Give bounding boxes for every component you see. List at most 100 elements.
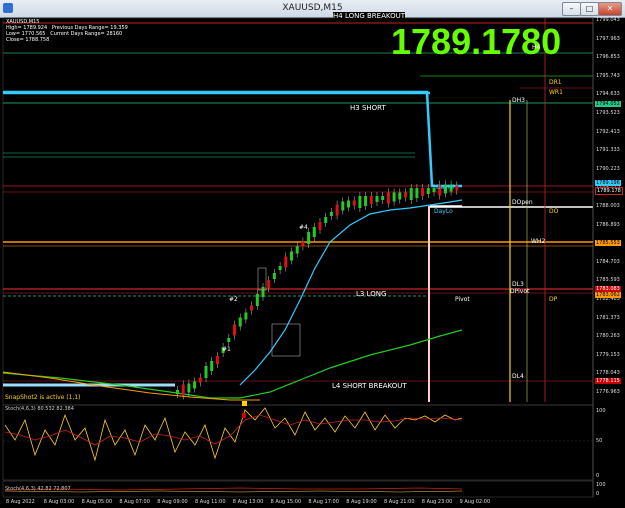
- candle: [375, 196, 379, 202]
- time-axis-label: 8 Aug 09:00: [157, 499, 188, 505]
- candle: [187, 383, 191, 393]
- stoch2-axis-100: 100: [596, 482, 606, 488]
- candle: [215, 356, 219, 364]
- stoch1-axis-100: 100: [596, 408, 606, 414]
- current-price: 1789.1780: [391, 21, 562, 62]
- candle: [409, 188, 413, 200]
- candle: [455, 185, 459, 191]
- candle: [421, 188, 425, 196]
- candle: [176, 390, 179, 394]
- pivot-label: Pivot: [455, 296, 470, 303]
- mark-1: #1: [222, 346, 231, 353]
- price-axis-label: 1778.043: [596, 370, 620, 377]
- tag-1783-062: 1783.062: [595, 292, 621, 298]
- stoch1-axis-0: 0: [596, 473, 600, 479]
- candle: [392, 192, 396, 202]
- price-chart[interactable]: [0, 17, 625, 508]
- candlesticks: [176, 180, 459, 400]
- candle: [381, 196, 385, 200]
- candle: [301, 241, 305, 247]
- candle: [398, 192, 402, 200]
- candle: [295, 246, 299, 254]
- time-axis-label: 8 Aug 11:00: [195, 499, 226, 505]
- time-axis-label: 8 Aug 15:00: [270, 499, 302, 505]
- candle: [358, 196, 362, 208]
- do-label: DO: [549, 208, 559, 215]
- candle: [193, 381, 197, 389]
- candle: [261, 287, 265, 297]
- tag-1789-178: 1789.178: [595, 187, 623, 195]
- candle: [318, 222, 322, 230]
- stoch2-axis-0: 0: [596, 491, 600, 497]
- dr1-label: DR1: [549, 79, 562, 86]
- dayhi-label: DayHi: [436, 184, 455, 191]
- close-button[interactable]: ✕: [598, 2, 622, 16]
- tag-1785: 1785.553: [595, 240, 621, 246]
- time-axis-label: 8 Aug 2022: [6, 499, 35, 505]
- candle: [204, 366, 208, 378]
- level-lines: [3, 22, 593, 387]
- price-axis-label: 1793.523: [596, 110, 620, 116]
- price-axis-label: 1791.333: [596, 147, 620, 154]
- price-axis-label: 1795.743: [596, 72, 620, 79]
- dpivot-label: DPivot: [510, 288, 530, 295]
- wh2-label: WH2: [531, 238, 546, 245]
- price-axis-label: 1780.263: [596, 333, 620, 340]
- candle: [278, 266, 282, 270]
- tag-1789-196: 1789.196: [595, 180, 621, 186]
- price-axis-label: 1792.413: [596, 128, 620, 135]
- candle: [272, 273, 276, 279]
- stoch1-label: Stoch(4,6,3) 80.532 82.384: [5, 406, 74, 412]
- candle: [290, 251, 293, 261]
- time-axis-label: 8 Aug 23:00: [421, 499, 453, 505]
- candle: [307, 232, 311, 244]
- candle: [244, 312, 248, 320]
- candle: [312, 227, 316, 237]
- price-axis-label: 1781.373: [596, 314, 620, 321]
- h3-short-label: H3 SHORT: [350, 104, 386, 112]
- h4-label: H4: [532, 44, 541, 51]
- price-axis-label: 1776.963: [596, 389, 620, 395]
- time-axis-label: 8 Aug 05:00: [81, 499, 113, 505]
- l3-long-label: L3 LONG: [356, 290, 387, 298]
- price-axis-label: 1799.043: [596, 17, 620, 23]
- time-axis-label: 8 Aug 19:00: [346, 499, 377, 505]
- window-title: XAUUSD,M15: [282, 3, 343, 13]
- candle: [267, 280, 271, 288]
- time-axis-label: 8 Aug 03:00: [43, 499, 75, 505]
- dl4-label: DL4: [512, 373, 524, 380]
- candle: [233, 324, 236, 336]
- daylo-label: DayLo: [434, 208, 453, 215]
- minimize-button[interactable]: –: [562, 2, 581, 16]
- time-axis-label: 8 Aug 17:00: [308, 499, 339, 505]
- candle: [250, 305, 254, 311]
- mark-4: #4: [299, 224, 308, 231]
- candle: [347, 200, 350, 208]
- dopen-label: DOpen: [512, 199, 533, 206]
- price-axis-label: 1784.703: [596, 258, 620, 265]
- candle: [415, 188, 419, 198]
- h4-long-label: H4 LONG BREAKOUT: [333, 12, 405, 20]
- info-close: Close= 1788.758: [6, 37, 50, 43]
- price-axis-label: 1786.893: [596, 221, 620, 228]
- dp-label: DP: [549, 296, 558, 303]
- time-axis-label: 8 Aug 21:00: [384, 499, 415, 505]
- time-axis-label: 8 Aug 13:00: [232, 499, 264, 505]
- price-axis-label: 1783.593: [596, 277, 620, 284]
- maximize-button[interactable]: □: [580, 2, 599, 16]
- candle: [404, 192, 407, 198]
- candle: [227, 338, 231, 342]
- price-axis-label: 1796.853: [596, 54, 620, 61]
- candle: [255, 294, 259, 306]
- time-axis-label: 9 Aug 02:00: [459, 499, 491, 505]
- l4-short-label: L4 SHORT BREAKOUT: [332, 382, 407, 390]
- tag-1794: 1794.052: [595, 101, 621, 107]
- candle: [210, 361, 214, 371]
- candle: [426, 188, 430, 194]
- time-axis-label: 8 Aug 07:00: [119, 499, 150, 505]
- title-bar: XAUUSD,M15 – □ ✕: [0, 0, 625, 18]
- stoch2-label: Stoch(4,6,3) 42.82 72.807: [5, 486, 71, 492]
- price-axis-label: 1797.963: [596, 35, 620, 42]
- h3-step-line: [3, 90, 462, 188]
- stoch2-line: [4, 487, 463, 491]
